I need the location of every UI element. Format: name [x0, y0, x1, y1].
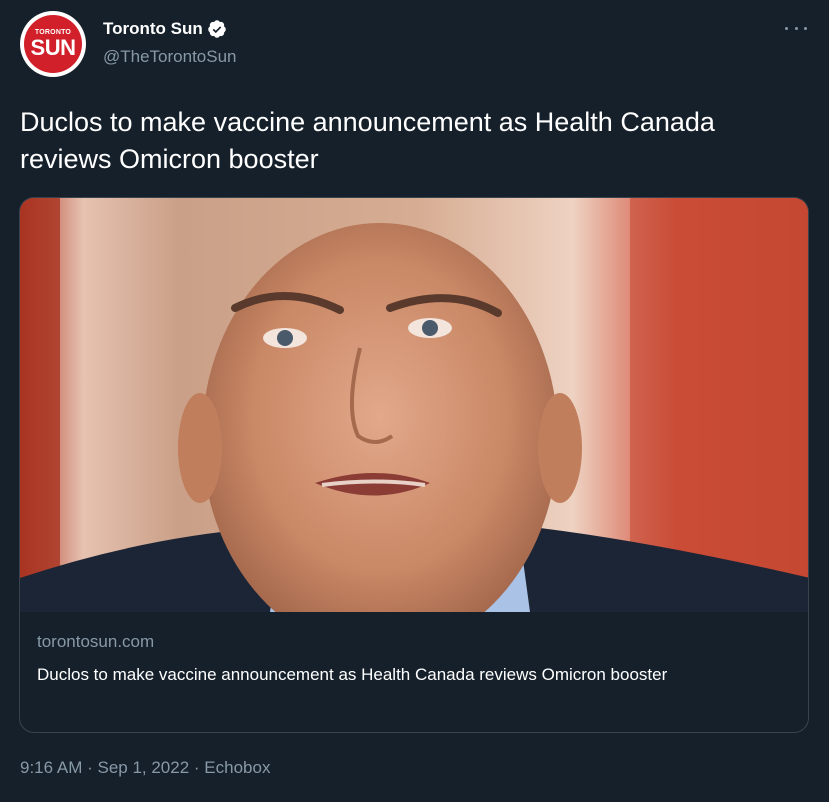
tweet-time[interactable]: 9:16 AM — [20, 758, 82, 777]
tweet-text: Duclos to make vaccine announcement as H… — [20, 107, 715, 174]
card-text: torontosun.com Duclos to make vaccine an… — [37, 631, 787, 689]
display-name[interactable]: Toronto Sun — [103, 19, 203, 39]
link-card[interactable]: torontosun.com Duclos to make vaccine an… — [19, 197, 809, 733]
tweet-source[interactable]: Echobox — [204, 758, 270, 777]
logo-main-text: SUN — [30, 35, 76, 60]
card-title[interactable]: Duclos to make vaccine announcement as H… — [37, 661, 787, 689]
verified-badge-icon — [208, 20, 226, 38]
card-domain: torontosun.com — [37, 632, 155, 651]
handle[interactable]: @TheTorontoSun — [103, 47, 237, 67]
author-name-row: Toronto Sun — [103, 19, 227, 39]
tweet-date[interactable]: Sep 1, 2022 — [97, 758, 189, 777]
tweet-metadata: 9:16 AM · Sep 1, 2022 · Echobox — [20, 758, 270, 778]
more-options-icon[interactable] — [785, 18, 807, 38]
toronto-sun-logo: TORONTO SUN — [24, 15, 82, 73]
meta-separator: · — [82, 758, 98, 777]
avatar[interactable]: TORONTO SUN — [20, 11, 86, 77]
card-image[interactable] — [20, 198, 808, 612]
meta-separator: · — [189, 758, 205, 777]
tweet: TORONTO SUN Toronto Sun @TheTorontoSun D… — [0, 0, 829, 802]
card-photo — [20, 198, 808, 612]
